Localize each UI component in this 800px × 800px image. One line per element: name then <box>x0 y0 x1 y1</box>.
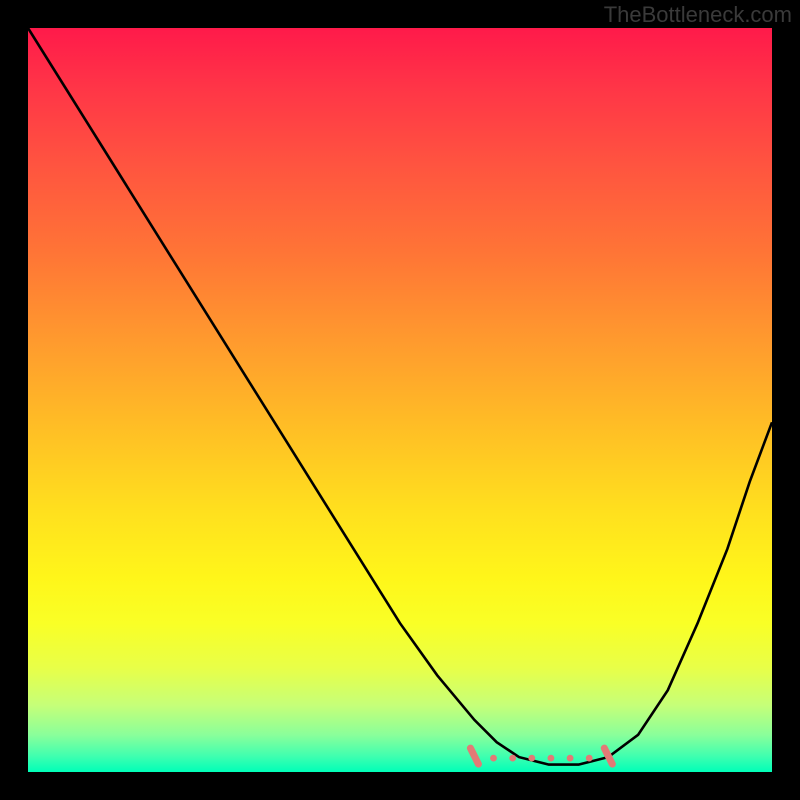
bottleneck-curve-line <box>28 28 772 765</box>
watermark-text: TheBottleneck.com <box>604 2 792 28</box>
chart-plot-area <box>28 28 772 772</box>
chart-svg <box>28 28 772 772</box>
